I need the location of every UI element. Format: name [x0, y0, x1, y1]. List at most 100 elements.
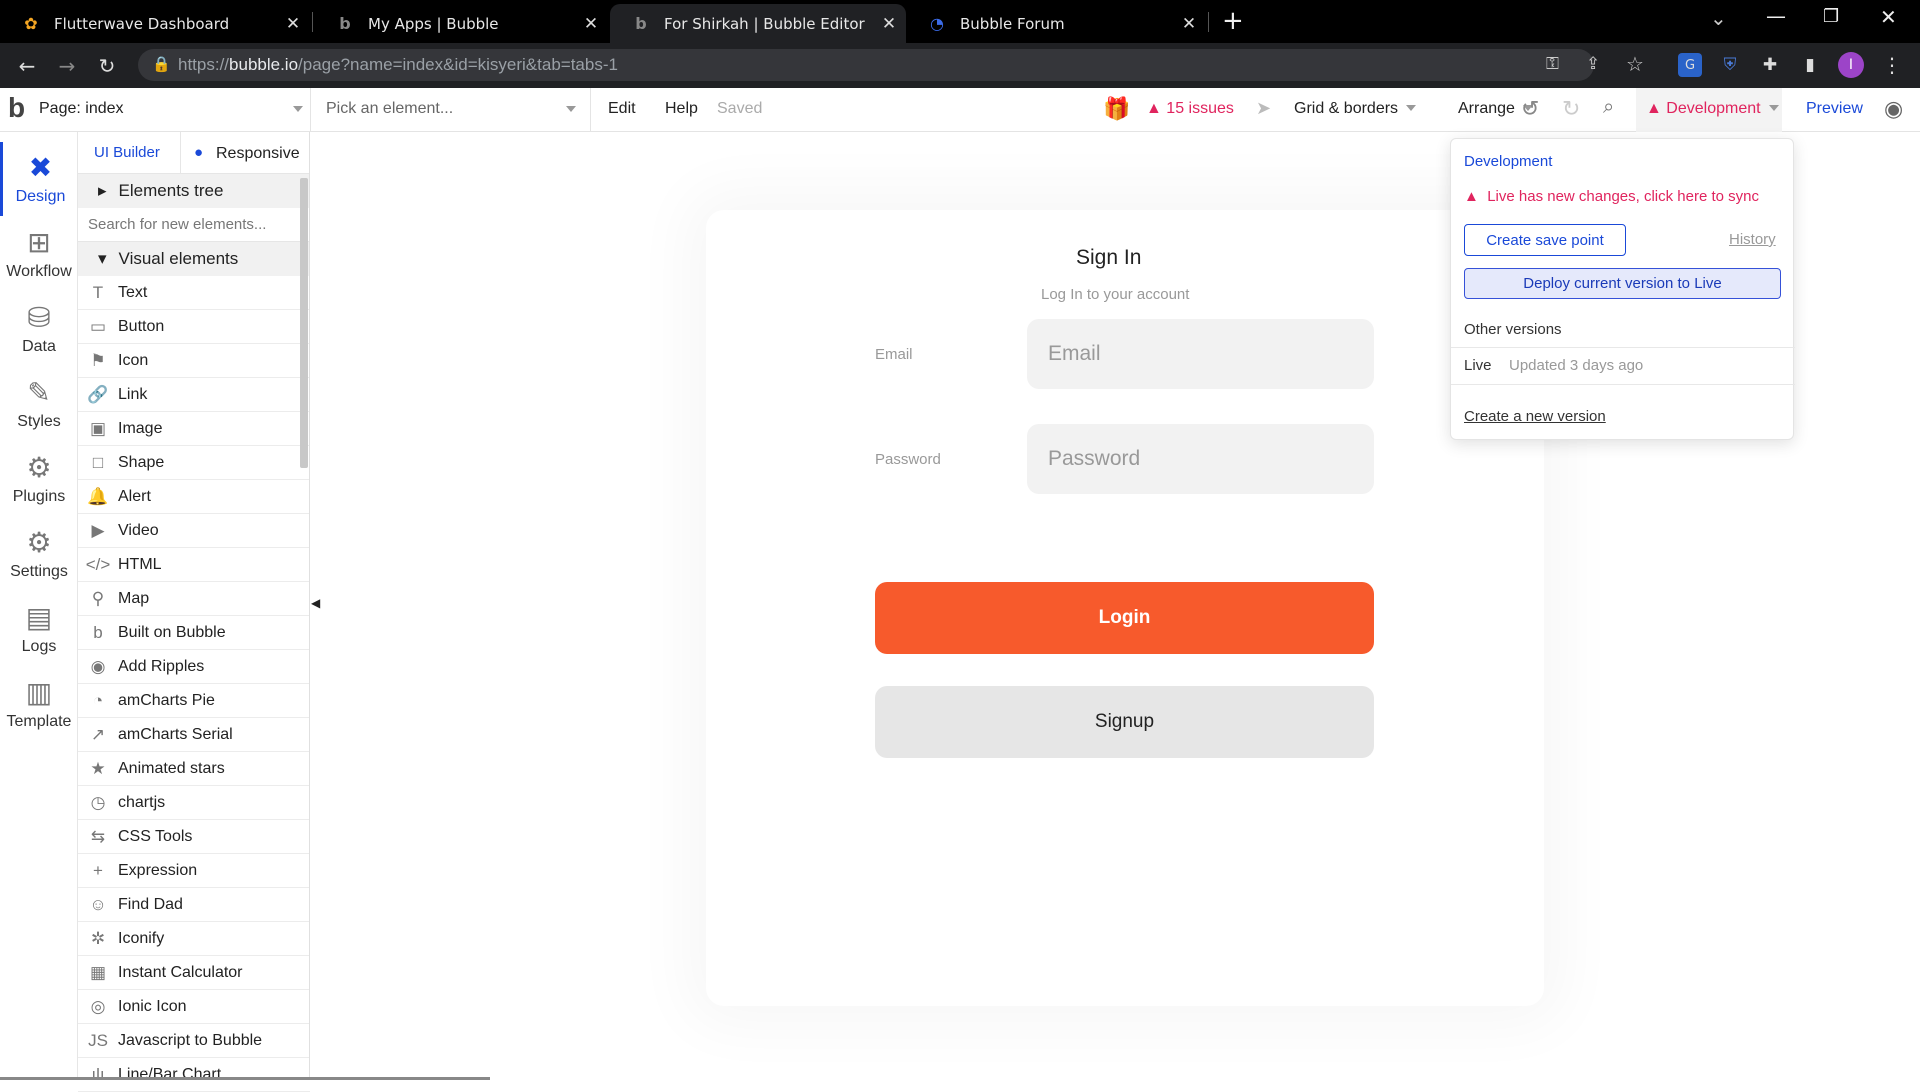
page-selector[interactable]: Page: index	[39, 100, 305, 118]
pointer-icon[interactable]: ➤	[1256, 98, 1271, 119]
restore-icon[interactable]: ❐	[1823, 6, 1839, 27]
element-type-icon: ▣	[89, 418, 107, 438]
account-icon[interactable]: ◉	[1884, 96, 1903, 122]
grid-borders-menu[interactable]: Grid & borders	[1294, 100, 1416, 118]
version-live[interactable]: Live	[1464, 357, 1492, 374]
element-item[interactable]: </> HTML	[78, 548, 310, 582]
deploy-live-button[interactable]: Deploy current version to Live	[1464, 268, 1781, 299]
close-tab-icon[interactable]: ✕	[872, 14, 906, 34]
create-save-point-button[interactable]: Create save point	[1464, 224, 1626, 256]
element-item[interactable]: ⚲ Map	[78, 582, 310, 616]
key-icon[interactable]: ⚿	[1546, 54, 1559, 74]
url-bar[interactable]: 🔒 https://bubble.io/page?name=index&id=k…	[138, 49, 1644, 81]
rail-logs[interactable]: ▤ Logs	[0, 592, 78, 666]
bubble-logo[interactable]: b	[8, 92, 25, 124]
back-icon[interactable]: ←	[12, 51, 42, 81]
rail-settings[interactable]: ⚙ Settings	[0, 517, 78, 591]
close-window-icon[interactable]: ✕	[1880, 5, 1897, 29]
tab-search-icon[interactable]: ⌄	[1710, 6, 1727, 30]
login-button[interactable]: Login	[875, 582, 1374, 654]
element-item[interactable]: ☺ Find Dad	[78, 888, 310, 922]
tab-my-apps[interactable]: b My Apps | Bubble ✕	[314, 4, 608, 43]
element-item[interactable]: 🔔 Alert	[78, 480, 310, 514]
element-item[interactable]: ◷ chartjs	[78, 786, 310, 820]
password-field[interactable]	[1027, 424, 1374, 494]
create-new-version-link[interactable]: Create a new version	[1464, 408, 1606, 425]
close-tab-icon[interactable]: ✕	[574, 14, 608, 34]
rail-design[interactable]: ✖ Design	[0, 142, 78, 216]
issues-button[interactable]: ▲ 15 issues	[1146, 100, 1234, 118]
email-field[interactable]	[1027, 319, 1374, 389]
signin-title[interactable]: Sign In	[1076, 246, 1141, 270]
tab-bubble-forum[interactable]: ◔ Bubble Forum ✕	[906, 4, 1206, 43]
rail-styles[interactable]: ✎ Styles	[0, 367, 78, 441]
rail-workflow[interactable]: ⊞ Workflow	[0, 217, 78, 291]
profile-avatar[interactable]: I	[1838, 52, 1864, 78]
element-item[interactable]: ◔ amCharts Pie	[78, 684, 310, 718]
element-item[interactable]: + Expression	[78, 854, 310, 888]
email-label[interactable]: Email	[875, 346, 913, 363]
element-item[interactable]: JS Javascript to Bubble	[78, 1024, 310, 1058]
element-item[interactable]: b Built on Bubble	[78, 616, 310, 650]
environment-name: Development	[1666, 100, 1761, 117]
search-icon[interactable]: ⌕	[1603, 96, 1614, 119]
gift-icon[interactable]: 🎁	[1103, 96, 1130, 122]
signin-subtitle[interactable]: Log In to your account	[1041, 286, 1189, 303]
history-link[interactable]: History	[1729, 231, 1776, 248]
translate-icon[interactable]: G	[1678, 53, 1702, 77]
new-tab-icon[interactable]: +	[1222, 6, 1244, 36]
close-tab-icon[interactable]: ✕	[1172, 14, 1206, 34]
signup-button[interactable]: Signup	[875, 686, 1374, 758]
element-item[interactable]: T Text	[78, 276, 310, 310]
password-label[interactable]: Password	[875, 451, 941, 468]
rail-plugins[interactable]: ⚙ Plugins	[0, 442, 78, 516]
tab-bubble-editor[interactable]: b For Shirkah | Bubble Editor ✕	[610, 4, 906, 43]
element-item[interactable]: ◉ Add Ripples	[78, 650, 310, 684]
element-item-label: Video	[118, 521, 159, 539]
help-menu[interactable]: Help	[665, 100, 698, 118]
share-icon[interactable]: ⇪	[1586, 54, 1600, 74]
element-picker[interactable]: Pick an element...	[326, 100, 580, 118]
extensions-puzzle-icon[interactable]: ✚	[1756, 51, 1784, 79]
element-item[interactable]: □ Shape	[78, 446, 310, 480]
reload-icon[interactable]: ↻	[92, 51, 122, 81]
element-item[interactable]: ✲ Iconify	[78, 922, 310, 956]
element-item[interactable]: ▦ Instant Calculator	[78, 956, 310, 990]
tab-responsive[interactable]: Responsive	[216, 145, 300, 163]
element-item[interactable]: 🔗 Link	[78, 378, 310, 412]
lock-icon: 🔒	[152, 55, 171, 73]
browser-menu-icon[interactable]: ⋮	[1878, 51, 1906, 79]
side-panel-icon[interactable]: ▮	[1796, 51, 1824, 79]
tab-title: For Shirkah | Bubble Editor	[664, 14, 865, 33]
visual-elements-header[interactable]: ▾ Visual elements	[78, 242, 310, 276]
panel-scrollbar[interactable]	[300, 178, 308, 468]
close-tab-icon[interactable]: ✕	[276, 14, 310, 34]
element-item[interactable]: ⚑ Icon	[78, 344, 310, 378]
element-item[interactable]: ▶ Video	[78, 514, 310, 548]
sync-warning[interactable]: ▲ Live has new changes, click here to sy…	[1464, 188, 1759, 205]
element-item[interactable]: ◎ Ionic Icon	[78, 990, 310, 1024]
element-item[interactable]: ⇆ CSS Tools	[78, 820, 310, 854]
collapse-panel-icon[interactable]: ◀	[311, 596, 325, 616]
element-item[interactable]: ★ Animated stars	[78, 752, 310, 786]
redo-icon[interactable]: ↻	[1562, 96, 1580, 122]
element-search[interactable]: Search for new elements...	[78, 208, 310, 242]
rail-data[interactable]: ⛁ Data	[0, 292, 78, 366]
element-item[interactable]: ▭ Button	[78, 310, 310, 344]
tab-flutterwave[interactable]: ✿ Flutterwave Dashboard ✕	[0, 4, 310, 43]
bookmark-star-icon[interactable]: ☆	[1626, 52, 1644, 76]
element-item[interactable]: ▣ Image	[78, 412, 310, 446]
element-item[interactable]: ılı Line/Bar Chart	[78, 1058, 310, 1092]
undo-icon[interactable]: ↺	[1521, 96, 1539, 122]
minimize-icon[interactable]: —	[1766, 4, 1786, 28]
environment-selector[interactable]: ▲ Development	[1636, 88, 1782, 132]
rail-template[interactable]: ▥ Template	[0, 667, 78, 741]
edit-menu[interactable]: Edit	[608, 100, 636, 118]
preview-link[interactable]: Preview	[1806, 100, 1863, 118]
element-type-icon: +	[93, 860, 103, 880]
tab-ui-builder[interactable]: UI Builder	[94, 144, 160, 161]
shield-extension-icon[interactable]: ⛨	[1716, 51, 1744, 79]
elements-tree-header[interactable]: ▸ Elements tree	[78, 174, 310, 208]
forward-icon[interactable]: →	[52, 51, 82, 81]
element-item[interactable]: ↗ amCharts Serial	[78, 718, 310, 752]
